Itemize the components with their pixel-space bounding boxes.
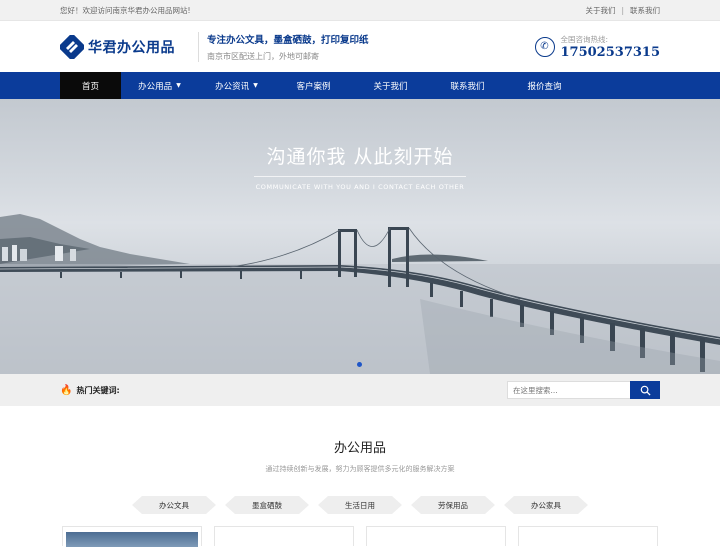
product-card[interactable] bbox=[518, 526, 658, 546]
slogan: 专注办公文具，墨盒硒鼓，打印复印纸 南京市区配送上门，外地可邮寄 bbox=[207, 32, 369, 62]
logo-mark-icon bbox=[60, 34, 84, 59]
tab-labor-protection[interactable]: 劳保用品 bbox=[411, 496, 495, 514]
tab-daily-goods[interactable]: 生活日用 bbox=[318, 496, 402, 514]
header-divider bbox=[198, 31, 199, 62]
search-input[interactable] bbox=[507, 381, 630, 399]
section-title: 办公用品 bbox=[333, 441, 386, 456]
product-cards bbox=[0, 526, 720, 547]
nav-item-cases[interactable]: 客户案例 bbox=[275, 72, 352, 99]
hotline-number: 17502537315 bbox=[560, 44, 661, 60]
slogan-line-1: 专注办公文具，墨盒硒鼓，打印复印纸 bbox=[207, 34, 369, 46]
nav-item-label: 联系我们 bbox=[450, 81, 485, 92]
search-button[interactable] bbox=[630, 381, 660, 399]
fire-icon: 🔥 bbox=[60, 384, 73, 396]
nav-item-label: 办公资讯 bbox=[215, 81, 250, 92]
product-card[interactable] bbox=[214, 526, 354, 546]
caret-down-icon: ▼ bbox=[253, 82, 258, 89]
product-card[interactable] bbox=[62, 526, 202, 547]
section-description: 通过持续创新与发展，努力为顾客提供多元化的服务解决方案 bbox=[265, 465, 455, 473]
nav-item-contact[interactable]: 联系我们 bbox=[429, 72, 506, 99]
banner-divider bbox=[254, 176, 466, 177]
nav-item-label: 首页 bbox=[81, 81, 99, 92]
nav-item-quote[interactable]: 报价查询 bbox=[506, 72, 583, 99]
site-header: 华君办公用品 专注办公文具，墨盒硒鼓，打印复印纸 南京市区配送上门，外地可邮寄 … bbox=[0, 21, 720, 72]
nav-item-label: 办公用品 bbox=[138, 81, 173, 92]
slogan-line-2: 南京市区配送上门，外地可邮寄 bbox=[207, 51, 319, 61]
logo-text: 华君办公用品 bbox=[88, 39, 175, 56]
tab-office-furniture[interactable]: 办公家具 bbox=[504, 496, 588, 514]
top-links: 关于我们 | 联系我们 bbox=[585, 5, 660, 16]
top-link-separator: | bbox=[621, 5, 624, 15]
products-section: 办公用品 通过持续创新与发展，努力为顾客提供多元化的服务解决方案 办公文具 墨盒… bbox=[0, 437, 720, 547]
top-link-about[interactable]: 关于我们 bbox=[585, 5, 615, 16]
hot-keywords-label: 热门关键词: bbox=[76, 385, 120, 395]
nav-item-label: 关于我们 bbox=[373, 81, 408, 92]
caret-down-icon: ▼ bbox=[176, 82, 181, 89]
hero-banner[interactable]: 沟通你我 从此刻开始 COMMUNICATE WITH YOU AND I CO… bbox=[0, 99, 720, 374]
search-icon bbox=[640, 385, 651, 396]
banner-subtitle: COMMUNICATE WITH YOU AND I CONTACT EACH … bbox=[255, 183, 465, 191]
main-nav: 首页 办公用品 ▼ 办公资讯 ▼ 客户案例 关于我们 联系我们 报价查询 bbox=[0, 72, 720, 99]
product-tabs: 办公文具 墨盒硒鼓 生活日用 劳保用品 办公家具 bbox=[0, 496, 720, 514]
nav-item-about[interactable]: 关于我们 bbox=[352, 72, 429, 99]
top-bar: 您好！欢迎访问南京华君办公用品网站! 关于我们 | 联系我们 bbox=[0, 0, 720, 21]
product-card[interactable] bbox=[366, 526, 506, 546]
welcome-text: 您好！欢迎访问南京华君办公用品网站! bbox=[60, 5, 191, 15]
nav-item-office-news[interactable]: 办公资讯 ▼ bbox=[198, 72, 275, 99]
phone-icon: ✆ bbox=[534, 36, 555, 57]
tab-stationery[interactable]: 办公文具 bbox=[132, 496, 216, 514]
banner-title: 沟通你我 从此刻开始 bbox=[266, 146, 454, 168]
keyword-bar: 🔥 热门关键词: bbox=[0, 374, 720, 406]
hotline-label: 全国咨询热线: bbox=[560, 34, 609, 44]
top-link-contact[interactable]: 联系我们 bbox=[630, 5, 660, 16]
bridge-landscape-image bbox=[0, 214, 720, 374]
tab-ink-toner[interactable]: 墨盒硒鼓 bbox=[225, 496, 309, 514]
nav-item-office-supplies[interactable]: 办公用品 ▼ bbox=[121, 72, 198, 99]
search-box bbox=[507, 381, 660, 399]
hotline: ✆ 全国咨询热线: 17502537315 bbox=[534, 34, 661, 60]
nav-item-home[interactable]: 首页 bbox=[60, 72, 121, 99]
logo[interactable]: 华君办公用品 bbox=[60, 34, 190, 59]
nav-item-label: 客户案例 bbox=[296, 81, 331, 92]
carousel-dot[interactable] bbox=[357, 362, 362, 367]
nav-item-label: 报价查询 bbox=[527, 81, 562, 92]
